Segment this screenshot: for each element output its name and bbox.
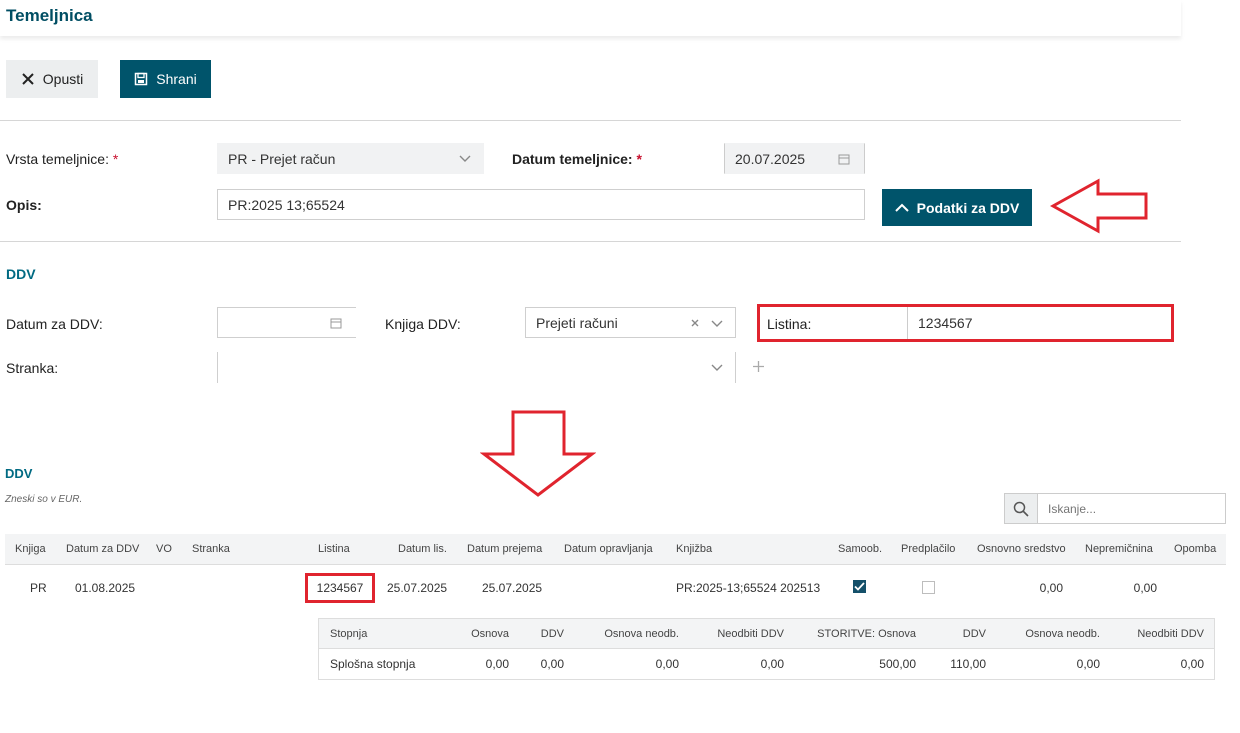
ddv-data-button[interactable]: Podatki za DDV (882, 189, 1032, 226)
sub-col-neodbiti-ddv: Neodbiti DDV (717, 628, 784, 640)
sub-col-storitve-osnova: STORITVE: Osnova (817, 628, 916, 640)
sub-col-storitve-ddv: DDV (962, 628, 986, 640)
opis-label: Opis: (6, 197, 42, 213)
sub-cell-osnova: 0,00 (485, 657, 509, 671)
search-icon (1013, 501, 1029, 517)
opis-input[interactable]: PR:2025 13;65524 (217, 189, 865, 220)
sub-cell-neodbiti-ddv: 0,00 (760, 657, 784, 671)
table-row[interactable]: PR 01.08.2025 1234567 25.07.2025 25.07.2… (5, 565, 1226, 610)
listina-value: 1234567 (918, 315, 973, 331)
stranka-select[interactable] (217, 352, 736, 383)
search-button[interactable] (1004, 493, 1038, 524)
chevron-down-icon (459, 155, 471, 162)
calendar-icon (330, 318, 342, 329)
col-osnovno-sredstvo[interactable]: Osnovno sredstvo (977, 543, 1066, 555)
datum-field[interactable]: 20.07.2025 (724, 143, 865, 174)
col-nepremicnina[interactable]: Nepremičnina (1085, 543, 1153, 555)
currency-note: Zneski so v EUR. (5, 494, 83, 505)
listina-highlight: Listina: 1234567 (757, 304, 1174, 342)
search-input[interactable] (1038, 493, 1226, 524)
cell-knjizba: PR:2025-13;65524 202513 (676, 581, 821, 595)
ddv-button-label: Podatki za DDV (916, 199, 1020, 216)
predplacilo-checkbox[interactable] (922, 581, 935, 594)
sub-table: Stopnja Osnova DDV Osnova neodb. Neodbit… (318, 618, 1215, 680)
vrsta-label: Vrsta temeljnice: * (6, 151, 119, 167)
col-datum-opravljanja[interactable]: Datum opravljanja (564, 543, 653, 555)
datum-label: Datum temeljnice: * (512, 151, 642, 167)
save-label: Shrani (156, 71, 197, 87)
listina-cell-highlight: 1234567 (305, 573, 375, 603)
datum-ddv-field[interactable] (217, 307, 356, 338)
col-knjiga[interactable]: Knjiga (15, 543, 46, 555)
knjiga-label: Knjiga DDV: (385, 316, 461, 332)
vrsta-value: PR - Prejet račun (228, 150, 336, 167)
sub-cell-stopnja: Splošna stopnja (330, 657, 416, 671)
cell-datum-lis: 25.07.2025 (387, 581, 448, 595)
knjiga-value: Prejeti računi (536, 314, 618, 331)
save-icon (135, 72, 148, 86)
col-datum-prejema[interactable]: Datum prejema (467, 543, 542, 555)
sub-cell-storitve-osnova-neodb: 0,00 (1076, 657, 1100, 671)
col-datum-ddv[interactable]: Datum za DDV (66, 543, 139, 555)
close-icon (22, 73, 34, 85)
listina-input[interactable]: 1234567 (908, 307, 1171, 339)
col-stranka[interactable]: Stranka (192, 543, 230, 555)
ddv-section-title: DDV (6, 266, 36, 282)
col-knjizba[interactable]: Knjižba (676, 543, 712, 555)
cell-knjiga: PR (30, 581, 47, 595)
arrow-left-annotation (1050, 178, 1148, 234)
sub-col-storitve-neodbiti-ddv: Neodbiti DDV (1137, 628, 1204, 640)
sub-col-ddv: DDV (540, 628, 564, 640)
vrsta-select[interactable]: PR - Prejet račun (217, 143, 484, 174)
stranka-label: Stranka: (6, 360, 59, 376)
ddv-table-title: DDV (5, 466, 33, 481)
calendar-icon (838, 154, 850, 165)
col-samoob[interactable]: Samoob. (838, 543, 882, 555)
top-bar (0, 0, 1181, 36)
sub-col-osnova: Osnova (471, 628, 509, 640)
samoob-checkbox[interactable] (853, 580, 866, 593)
arrow-down-annotation (480, 410, 596, 497)
chevron-down-icon (711, 364, 723, 371)
listina-label: Listina: (767, 316, 812, 332)
sub-col-stopnja: Stopnja (330, 628, 368, 640)
sub-cell-osnova-neodb: 0,00 (655, 657, 679, 671)
cell-nepremicnina: 0,00 (1133, 581, 1157, 595)
check-icon (854, 582, 865, 591)
col-vo[interactable]: VO (156, 543, 172, 555)
chevron-down-icon (711, 320, 723, 327)
save-button[interactable]: Shrani (120, 60, 211, 98)
knjiga-select[interactable]: Prejeti računi (525, 307, 736, 338)
sub-col-storitve-osnova-neodb: Osnova neodb. (1025, 628, 1100, 640)
cancel-button[interactable]: Opusti (6, 60, 98, 98)
add-icon[interactable] (752, 360, 765, 373)
col-datum-lis[interactable]: Datum lis. (398, 543, 447, 555)
cell-datum-prejema: 25.07.2025 (482, 581, 543, 595)
sub-cell-storitve-osnova: 500,00 (879, 657, 916, 671)
datum-ddv-label: Datum za DDV: (6, 316, 103, 332)
col-predplacilo[interactable]: Predplačilo (901, 543, 955, 555)
cell-osnovno-sredstvo: 0,00 (1039, 581, 1063, 595)
divider (0, 120, 1181, 121)
cell-datum-ddv: 01.08.2025 (75, 581, 136, 595)
chevron-up-icon (894, 203, 909, 212)
sub-cell-ddv: 0,00 (540, 657, 564, 671)
col-listina[interactable]: Listina (318, 543, 350, 555)
opis-value: PR:2025 13;65524 (228, 196, 345, 213)
datum-value: 20.07.2025 (735, 150, 806, 167)
col-opomba[interactable]: Opomba (1174, 543, 1216, 555)
divider (0, 241, 1181, 242)
sub-cell-storitve-neodbiti-ddv: 0,00 (1180, 657, 1204, 671)
sub-col-osnova-neodb: Osnova neodb. (604, 628, 679, 640)
cancel-label: Opusti (42, 71, 84, 87)
sub-cell-storitve-ddv: 110,00 (950, 657, 986, 671)
cell-listina: 1234567 (316, 581, 364, 595)
clear-icon[interactable] (691, 319, 699, 327)
page-title: Temeljnica (6, 6, 93, 25)
